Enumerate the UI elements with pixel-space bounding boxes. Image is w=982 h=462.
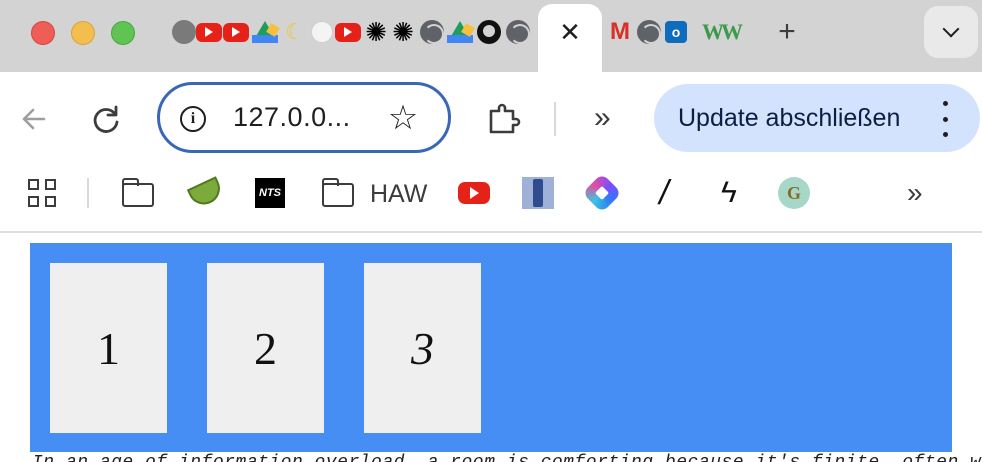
- tab-burst-2[interactable]: ✺: [389, 17, 417, 47]
- blank-icon: [311, 21, 333, 43]
- bookmark-g[interactable]: G: [778, 177, 810, 209]
- bookmark-folder-1[interactable]: [121, 178, 154, 207]
- bookmark-melon[interactable]: [186, 176, 226, 210]
- close-tab-icon[interactable]: ✕: [557, 19, 583, 45]
- tab-hochschule[interactable]: [170, 17, 198, 47]
- body-text: In an age of information overload, a roo…: [32, 453, 982, 462]
- card-1: 1: [50, 263, 167, 433]
- bookmark-copilot[interactable]: [582, 173, 622, 213]
- outlook-icon: o: [665, 21, 687, 43]
- tab-download[interactable]: [418, 17, 446, 47]
- tab-outlook[interactable]: o: [662, 17, 690, 47]
- youtube-icon: [458, 182, 490, 204]
- address-bar[interactable]: i 127.0.0... ☆: [157, 82, 451, 153]
- fullscreen-window-button[interactable]: [111, 21, 135, 45]
- menu-kebab-icon[interactable]: [940, 101, 950, 137]
- page-content: 1 2 3 In an age of information overload,…: [0, 235, 982, 462]
- j-icon: [522, 177, 554, 209]
- tab-github[interactable]: [475, 17, 503, 47]
- apps-grid-icon[interactable]: [28, 179, 56, 207]
- tab-globe[interactable]: [504, 17, 532, 47]
- update-label: Update abschließen: [678, 104, 901, 132]
- bookmark-haw-label[interactable]: HAW: [370, 180, 427, 209]
- bookmark-youtube[interactable]: [458, 177, 490, 209]
- tab-ww[interactable]: WW: [694, 17, 748, 47]
- back-button[interactable]: [18, 103, 50, 135]
- bookmark-slash[interactable]: /: [648, 174, 680, 212]
- toolbar-divider: [554, 102, 556, 136]
- bookmark-j[interactable]: [522, 177, 554, 209]
- update-button[interactable]: Update abschließen: [654, 84, 980, 152]
- globe-icon: [506, 20, 530, 44]
- bolt-icon: ϟ: [721, 176, 737, 209]
- download-globe-icon: [420, 20, 444, 44]
- tab-google-drive-2[interactable]: [446, 17, 474, 47]
- ww-icon: WW: [702, 19, 743, 44]
- bookmark-nts[interactable]: NTS: [254, 177, 286, 209]
- youtube-icon: [196, 22, 222, 42]
- gmail-icon: M: [610, 18, 630, 45]
- burst-icon: ✺: [365, 16, 387, 47]
- g-icon: G: [778, 177, 810, 209]
- toolbar: i 127.0.0... ☆ » Update abschließen: [0, 72, 982, 165]
- card-2: 2: [207, 263, 324, 433]
- minimize-window-button[interactable]: [71, 21, 95, 45]
- slash-icon: /: [659, 173, 669, 212]
- more-bookmarks-button[interactable]: »: [907, 177, 922, 209]
- globe-icon: [637, 20, 661, 44]
- youtube-icon: [335, 22, 361, 42]
- tab-google-drive-1[interactable]: [251, 17, 279, 47]
- hochschule-icon: [172, 20, 196, 44]
- bookmark-star-icon[interactable]: ☆: [386, 101, 420, 135]
- more-tools-button[interactable]: »: [594, 101, 610, 135]
- site-info-icon[interactable]: i: [180, 106, 206, 132]
- github-icon: [477, 20, 501, 44]
- tab-strip: ☾ ✺ ✺ ✕ M o WW +: [0, 0, 982, 72]
- banana-icon: ☾: [285, 19, 305, 44]
- tab-blank[interactable]: [308, 17, 336, 47]
- reload-button[interactable]: [88, 102, 124, 138]
- bookmarks-bar: NTS HAW / ϟ G »: [0, 165, 982, 233]
- folder-icon[interactable]: [321, 178, 354, 207]
- tab-burst-1[interactable]: ✺: [362, 17, 390, 47]
- extensions-button[interactable]: [486, 101, 522, 137]
- melon-icon: [186, 176, 226, 210]
- copilot-icon: [582, 173, 622, 213]
- tab-youtube-2[interactable]: [222, 17, 250, 47]
- youtube-icon: [223, 22, 249, 42]
- tab-search-button[interactable]: [924, 6, 978, 58]
- url-text[interactable]: 127.0.0...: [233, 102, 351, 133]
- tab-banana[interactable]: ☾: [281, 17, 309, 47]
- tab-youtube-1[interactable]: [195, 17, 223, 47]
- tab-globe-2[interactable]: [635, 17, 663, 47]
- close-window-button[interactable]: [31, 21, 55, 45]
- tab-youtube-3[interactable]: [334, 17, 362, 47]
- arrow-left-icon: [22, 108, 46, 130]
- burst-icon: ✺: [392, 16, 414, 47]
- puzzle-icon: [489, 103, 521, 134]
- card-container: 1 2 3: [30, 243, 952, 452]
- chevron-down-icon: [942, 20, 960, 38]
- card-3: 3: [364, 263, 481, 433]
- bookmarks-divider: [87, 178, 89, 208]
- bookmark-bolt[interactable]: ϟ: [713, 176, 745, 209]
- new-tab-button[interactable]: +: [772, 17, 802, 47]
- tab-gmail[interactable]: M: [606, 17, 634, 47]
- nts-icon: NTS: [255, 178, 285, 208]
- reload-icon: [93, 105, 119, 133]
- google-drive-icon: [252, 21, 278, 43]
- google-drive-icon: [447, 21, 473, 43]
